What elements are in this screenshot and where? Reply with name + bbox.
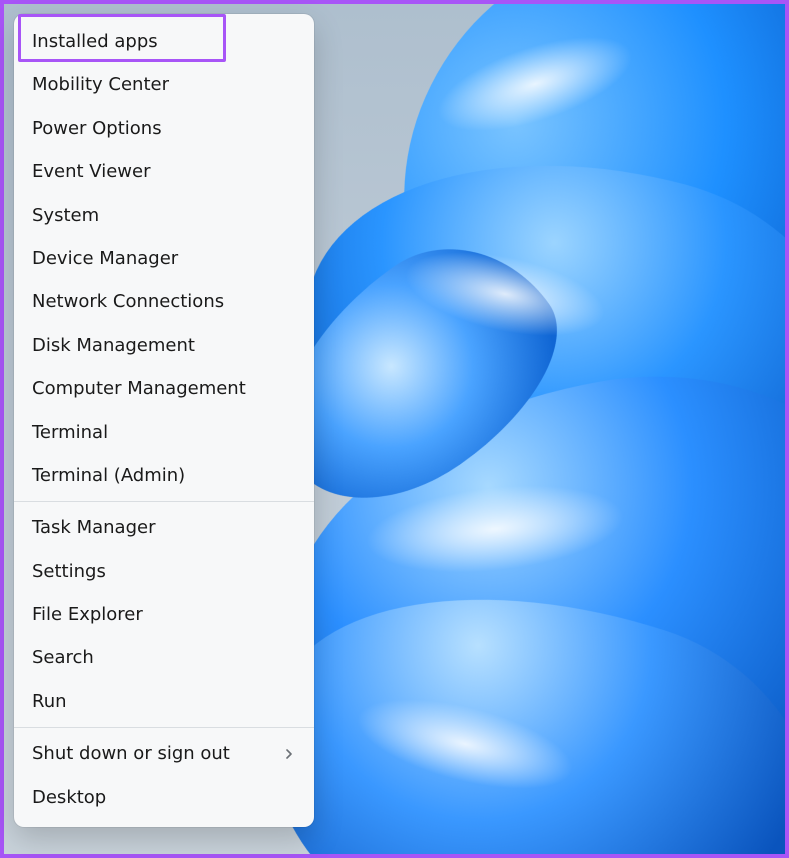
menu-item-label: Device Manager	[32, 247, 178, 270]
menu-item-label: Computer Management	[32, 377, 246, 400]
menu-item-shut-down-or-sign-out[interactable]: Shut down or sign out	[14, 732, 314, 775]
menu-item-label: Search	[32, 646, 94, 669]
menu-item-label: Power Options	[32, 117, 162, 140]
menu-item-label: Event Viewer	[32, 160, 150, 183]
menu-item-terminal-admin[interactable]: Terminal (Admin)	[14, 454, 314, 497]
menu-item-search[interactable]: Search	[14, 636, 314, 679]
desktop-viewport: Installed apps Mobility Center Power Opt…	[0, 0, 789, 858]
menu-item-task-manager[interactable]: Task Manager	[14, 506, 314, 549]
menu-item-device-manager[interactable]: Device Manager	[14, 237, 314, 280]
menu-item-settings[interactable]: Settings	[14, 550, 314, 593]
menu-item-desktop[interactable]: Desktop	[14, 776, 314, 819]
menu-item-network-connections[interactable]: Network Connections	[14, 280, 314, 323]
menu-item-power-options[interactable]: Power Options	[14, 107, 314, 150]
menu-item-system[interactable]: System	[14, 194, 314, 237]
menu-item-installed-apps[interactable]: Installed apps	[14, 20, 314, 63]
menu-item-label: Mobility Center	[32, 73, 169, 96]
menu-item-file-explorer[interactable]: File Explorer	[14, 593, 314, 636]
menu-item-disk-management[interactable]: Disk Management	[14, 324, 314, 367]
menu-item-run[interactable]: Run	[14, 680, 314, 723]
winx-context-menu[interactable]: Installed apps Mobility Center Power Opt…	[14, 14, 314, 827]
menu-item-label: Desktop	[32, 786, 106, 809]
menu-item-label: Terminal (Admin)	[32, 464, 185, 487]
menu-item-label: Run	[32, 690, 67, 713]
menu-item-label: Installed apps	[32, 30, 158, 53]
menu-item-label: File Explorer	[32, 603, 143, 626]
menu-item-label: Network Connections	[32, 290, 224, 313]
menu-separator	[14, 727, 314, 728]
menu-item-label: Settings	[32, 560, 106, 583]
menu-item-label: Shut down or sign out	[32, 742, 230, 765]
menu-item-label: Disk Management	[32, 334, 195, 357]
menu-item-terminal[interactable]: Terminal	[14, 411, 314, 454]
menu-item-label: Task Manager	[32, 516, 155, 539]
menu-item-label: Terminal	[32, 421, 108, 444]
menu-item-label: System	[32, 204, 99, 227]
menu-item-mobility-center[interactable]: Mobility Center	[14, 63, 314, 106]
menu-item-computer-management[interactable]: Computer Management	[14, 367, 314, 410]
chevron-right-icon	[282, 747, 296, 761]
menu-separator	[14, 501, 314, 502]
menu-item-event-viewer[interactable]: Event Viewer	[14, 150, 314, 193]
